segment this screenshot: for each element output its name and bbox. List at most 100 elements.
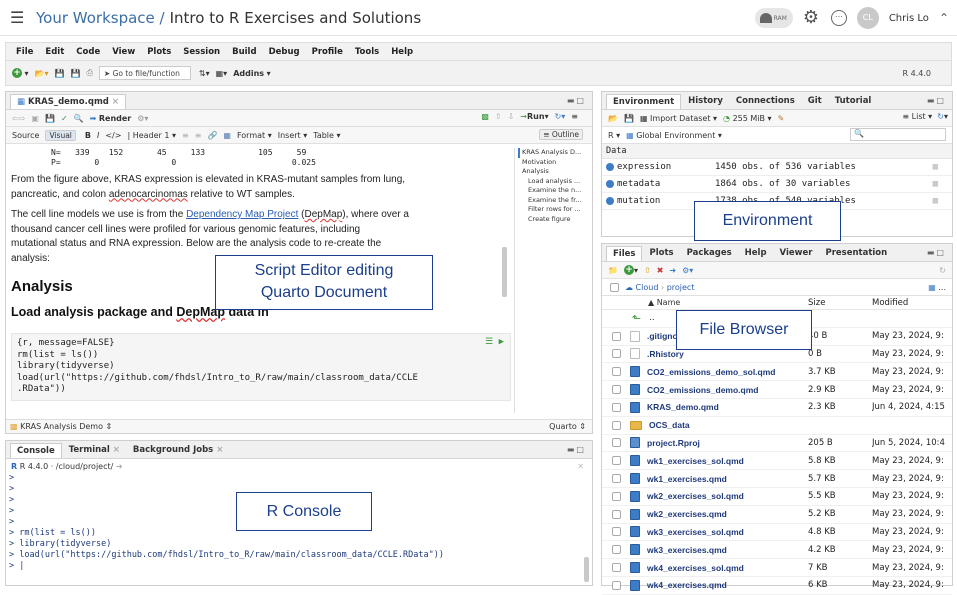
file-row[interactable]: project.Rproj 205 B Jun 5, 2024, 10:4 — [602, 435, 952, 453]
tab-background-jobs[interactable]: Background Jobs × — [127, 443, 229, 458]
row-checkbox[interactable] — [612, 438, 621, 448]
print-icon[interactable]: ⎙ — [86, 68, 92, 78]
avatar[interactable]: CL — [856, 7, 879, 29]
import-dataset-menu[interactable]: ▦ Import Dataset ▾ — [640, 114, 717, 123]
row-checkbox[interactable] — [612, 527, 621, 537]
row-checkbox[interactable] — [612, 509, 621, 519]
save-file-icon[interactable]: 💾 — [45, 114, 55, 123]
expand-icon[interactable] — [606, 197, 614, 205]
run-chunk-icon[interactable]: ☰ ▶ — [485, 337, 504, 349]
outline-item[interactable]: Examine the fr... — [518, 196, 592, 206]
menu-item-help[interactable]: Help — [391, 47, 413, 57]
file-name[interactable]: wk1_exercises.qmd — [647, 474, 817, 484]
tab-viewer[interactable]: Viewer — [774, 246, 819, 261]
row-checkbox[interactable] — [612, 563, 621, 573]
expand-icon[interactable] — [606, 180, 614, 188]
file-type-selector[interactable]: Quarto ⇕ — [549, 422, 586, 431]
delete-icon[interactable]: ✖ — [657, 266, 664, 275]
pane-window-controls[interactable]: ▬□ — [927, 248, 946, 257]
file-row[interactable]: wk2_exercises.qmd 5.2 KB May 23, 2024, 9: — [602, 506, 952, 524]
tab-connections[interactable]: Connections — [730, 94, 801, 109]
pane-window-controls[interactable]: ▬□ — [567, 445, 586, 454]
spellcheck-icon[interactable]: ✓ — [61, 114, 68, 123]
select-all-checkbox[interactable] — [610, 282, 619, 292]
file-name[interactable]: OCS_data — [649, 420, 819, 430]
save-icon[interactable]: 💾 — [55, 69, 65, 78]
tab-terminal[interactable]: Terminal × — [63, 443, 126, 458]
show-in-window-icon[interactable]: ▣ — [31, 114, 39, 123]
file-name[interactable]: wk2_exercises_sol.qmd — [647, 491, 817, 501]
save-workspace-icon[interactable]: 💾 — [624, 114, 634, 123]
more-options-icon[interactable]: ⋯ — [830, 10, 847, 26]
addins-menu[interactable]: Addins ▾ — [233, 69, 270, 78]
grid-view-icon[interactable]: ▦ — [933, 162, 938, 172]
gear-icon[interactable]: ⚙ — [803, 9, 821, 27]
file-name[interactable]: wk4_exercises.qmd — [647, 580, 817, 590]
column-name[interactable]: ▲ Name — [648, 298, 680, 307]
pane-window-controls[interactable]: ▬□ — [567, 96, 586, 105]
row-checkbox[interactable] — [612, 367, 621, 377]
file-row[interactable]: wk1_exercises.qmd 5.7 KB May 23, 2024, 9: — [602, 470, 952, 488]
file-name[interactable]: .Rhistory — [647, 349, 817, 359]
scope-selector[interactable]: ▦ Global Environment ▾ — [626, 131, 722, 140]
row-checkbox[interactable] — [612, 385, 621, 395]
ram-usage-icon[interactable]: RAM — [754, 8, 793, 28]
file-row[interactable]: wk3_exercises_sol.qmd 4.8 KB May 23, 2024,… — [602, 524, 952, 542]
row-checkbox[interactable] — [612, 420, 621, 430]
environment-row[interactable]: expression 1450 obs. of 536 variables ▦ — [602, 159, 952, 176]
file-row[interactable]: wk2_exercises_sol.qmd 5.5 KB May 23, 2024,… — [602, 488, 952, 506]
file-row[interactable]: OCS_data — [602, 417, 952, 435]
back-arrow-icon[interactable]: ⇦⇨ — [12, 114, 25, 123]
menu-item-tools[interactable]: Tools — [355, 47, 379, 57]
file-name[interactable]: wk2_exercises.qmd — [647, 509, 817, 519]
tab-environment[interactable]: Environment — [606, 94, 682, 109]
outline-item[interactable]: KRAS Analysis D... — [518, 148, 592, 158]
hamburger-lines-icon[interactable]: ≡ — [571, 112, 578, 121]
file-row[interactable]: KRAS_demo.qmd 2.3 KB Jun 4, 2024, 4:15 — [602, 399, 952, 417]
column-size[interactable]: Size — [808, 298, 825, 308]
rename-icon[interactable]: ➜ — [669, 266, 676, 275]
console-scrollbar[interactable] — [584, 557, 589, 582]
row-checkbox[interactable] — [612, 331, 621, 341]
pane-window-controls[interactable]: ▬□ — [927, 96, 946, 105]
row-checkbox[interactable] — [612, 491, 621, 501]
view-mode-menu[interactable]: ≡ List ▾ ↻▾ — [902, 112, 948, 121]
insert-chunk-icon[interactable]: ▩ — [481, 112, 489, 121]
row-checkbox[interactable] — [612, 545, 621, 555]
environment-search-input[interactable]: 🔍 — [850, 128, 946, 141]
close-icon[interactable]: × — [110, 445, 120, 455]
render-button[interactable]: ➡ Render — [90, 114, 132, 123]
outline-item[interactable]: Create figure — [518, 215, 592, 225]
search-icon[interactable]: 🔍 — [74, 114, 84, 123]
new-blank-file-icon[interactable]: + ▾ — [623, 265, 638, 275]
hamburger-menu-icon[interactable]: ☰ — [10, 8, 26, 27]
rerun-icon[interactable]: ↻▾ — [555, 112, 566, 121]
outline-item[interactable]: Load analysis ... — [518, 177, 592, 187]
load-workspace-icon[interactable]: 📂 — [608, 114, 618, 123]
breadcrumb-cloud[interactable]: Cloud — [636, 283, 659, 292]
tab-plots[interactable]: Plots — [643, 246, 679, 261]
clear-console-icon[interactable]: ✕ — [577, 462, 584, 471]
new-folder-icon[interactable]: 📁 — [608, 266, 618, 275]
breadcrumb-project[interactable]: project — [667, 283, 695, 292]
go-down-icon[interactable]: ⇩ — [508, 112, 515, 121]
insert-menu[interactable]: Insert ▾ — [278, 131, 308, 140]
chevron-up-icon[interactable]: ⌃ — [939, 11, 949, 25]
refresh-icon[interactable]: ↻ — [937, 112, 944, 121]
file-name[interactable]: CO2_emissions_demo.qmd — [647, 385, 817, 395]
more-gear-icon[interactable]: ⚙▾ — [682, 266, 693, 275]
file-row[interactable]: wk3_exercises.qmd 4.2 KB May 23, 2024, 9: — [602, 541, 952, 560]
tab-help[interactable]: Help — [739, 246, 773, 261]
menu-item-view[interactable]: View — [112, 47, 135, 57]
menu-item-edit[interactable]: Edit — [45, 47, 64, 57]
section-selector[interactable]: KRAS Analysis Demo — [20, 422, 103, 431]
outline-item[interactable]: Motivation — [518, 158, 592, 168]
link-icon[interactable]: 🔗 — [207, 131, 217, 140]
environment-toolbar-icon[interactable]: ⇅▾ — [199, 69, 210, 78]
broom-icon[interactable]: ✎ — [778, 114, 785, 123]
bullet-list-icon[interactable]: ≡ — [182, 131, 189, 140]
tab-console[interactable]: Console — [10, 443, 62, 458]
row-checkbox[interactable] — [612, 349, 621, 359]
save-all-icon[interactable]: 💾 — [71, 69, 81, 78]
file-row[interactable]: CO2_emissions_demo_sol.qmd 3.7 KB May 23, … — [602, 363, 952, 382]
